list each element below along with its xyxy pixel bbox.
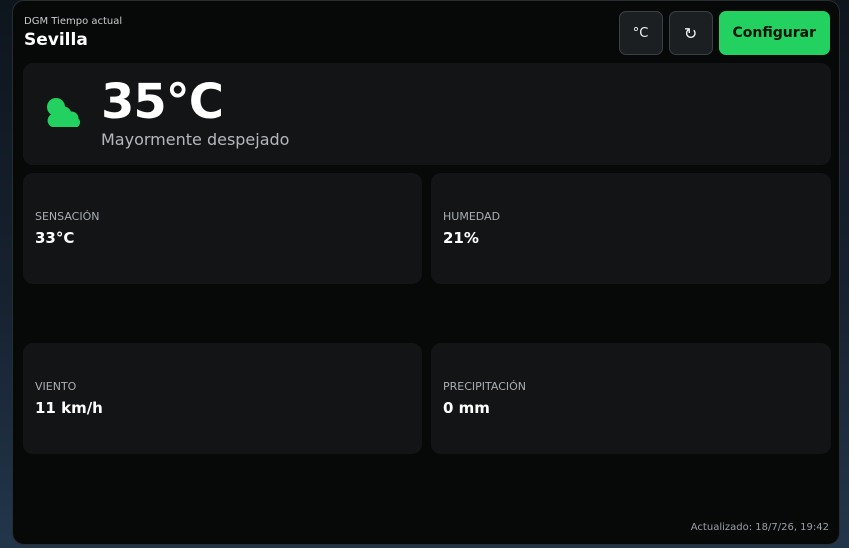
widget-header: DGM Tiempo actual Sevilla	[24, 15, 122, 51]
partly-cloudy-icon	[47, 98, 81, 127]
stat-value: 11 km/h	[35, 399, 103, 417]
stat-label: HUMEDAD	[443, 210, 501, 223]
weather-widget: DGM Tiempo actual Sevilla °C ↻ Configura…	[12, 0, 840, 545]
unit-toggle-button[interactable]: °C	[618, 11, 663, 55]
configure-button[interactable]: Configurar	[718, 11, 830, 55]
current-weather-card: 35°C Mayormente despejado	[23, 63, 831, 165]
stat-value: 0 mm	[443, 399, 490, 417]
app-name: DGM Tiempo actual	[24, 16, 123, 27]
stat-card-humidity: HUMEDAD 21%	[431, 173, 831, 284]
stat-label: SENSACIÓN	[35, 210, 100, 223]
weather-description: Mayormente despejado	[101, 130, 290, 149]
current-temperature: 35°C	[101, 74, 224, 130]
stat-value: 21%	[443, 229, 479, 247]
stat-label: PRECIPITACIÓN	[443, 380, 527, 393]
last-updated: Actualizado: 18/7/26, 19:42	[690, 522, 829, 533]
header-actions: °C ↻ Configurar	[618, 11, 830, 55]
stat-card-feels-like: SENSACIÓN 33°C	[23, 173, 422, 284]
refresh-button[interactable]: ↻	[668, 11, 713, 55]
stat-card-wind: VIENTO 11 km/h	[23, 343, 422, 454]
stat-value: 33°C	[35, 229, 75, 247]
stat-card-precipitation: PRECIPITACIÓN 0 mm	[431, 343, 831, 454]
refresh-icon: ↻	[683, 23, 698, 43]
location-title: Sevilla	[24, 30, 88, 50]
stat-label: VIENTO	[35, 380, 77, 393]
